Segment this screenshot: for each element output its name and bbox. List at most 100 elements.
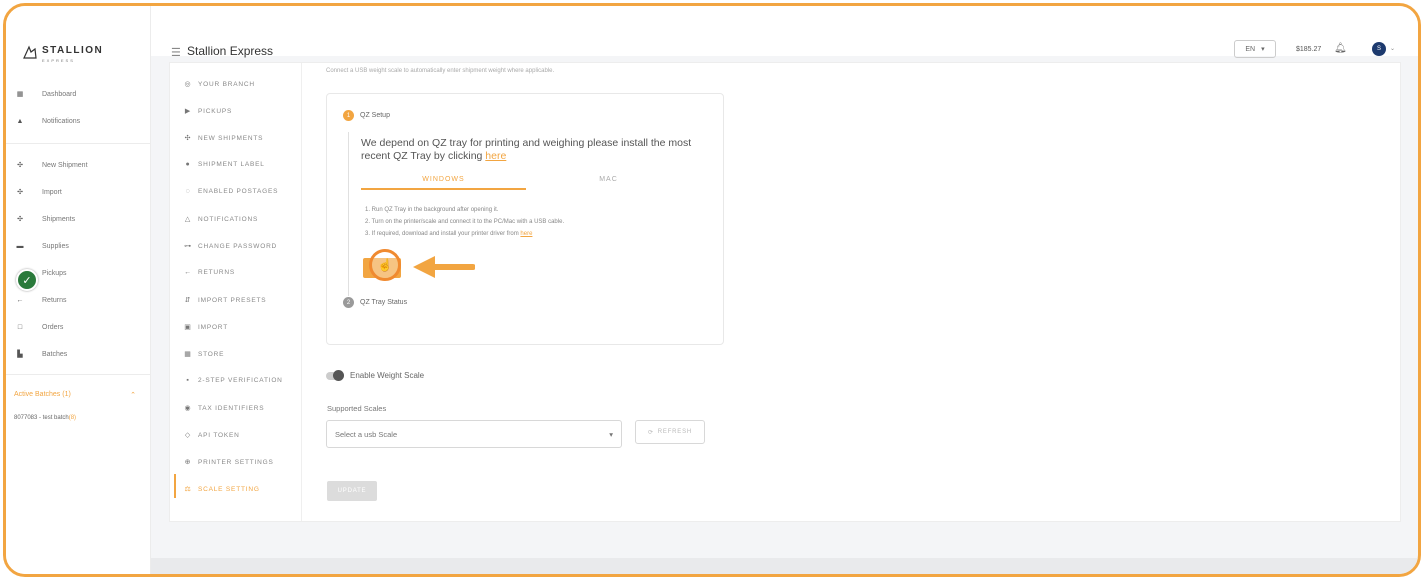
sidebar-item-label: Shipments [42, 215, 76, 223]
return-arrow-icon: ← [184, 269, 192, 276]
sidebar-divider [6, 143, 151, 144]
sidebar-item-label: Supplies [42, 242, 69, 250]
nav-label: PICKUPS [198, 107, 233, 115]
settings-nav-2-step-verification[interactable]: ▪ 2-STEP VERIFICATION [184, 377, 283, 384]
qz-setup-card: 1 QZ Setup We depend on QZ tray for prin… [326, 93, 724, 345]
settings-nav: ◎ YOUR BRANCH ▶ PICKUPS ✣ NEW SHIPMENTS ● SH… [170, 63, 302, 521]
batches-icon: ▙ [17, 351, 23, 358]
active-batches-toggle[interactable]: Active Batches (1) ⌃ [14, 391, 136, 399]
menu-icon[interactable]: ☰ [171, 46, 181, 59]
account-balance: $185.27 [1296, 46, 1322, 53]
settings-nav-shipment-label[interactable]: ● SHIPMENT LABEL [184, 161, 265, 168]
active-batches-label: Active Batches (1) [14, 391, 71, 398]
nav-label: RETURNS [198, 269, 236, 276]
settings-nav-pickups[interactable]: ▶ PICKUPS [184, 107, 233, 116]
settings-nav-printer-settings[interactable]: ⊕ PRINTER SETTINGS [184, 458, 274, 467]
nav-label: API TOKEN [198, 431, 240, 439]
bell-outline-icon: △ [184, 216, 192, 223]
active-nav-indicator [174, 474, 176, 498]
scale-select-placeholder: Select a usb Scale [335, 429, 398, 439]
sidebar-item-returns[interactable]: ← Returns [16, 292, 67, 308]
tab-mac[interactable]: MAC [526, 170, 691, 190]
settings-nav-new-shipments[interactable]: ✣ NEW SHIPMENTS [184, 134, 263, 143]
batch-entry[interactable]: 8077083 - test batch(8) [14, 415, 76, 421]
screenshot-frame: STALLION EXPRESS ▦ Dashboard ▲ Notificat… [3, 3, 1421, 577]
printer-icon: ⊕ [184, 459, 192, 466]
toggle-label: Enable Weight Scale [350, 371, 425, 380]
enable-weight-scale-toggle[interactable] [326, 369, 344, 381]
branch-icon: ◎ [184, 81, 192, 88]
settings-nav-notifications[interactable]: △ NOTIFICATIONS [184, 215, 258, 224]
qz-download-link[interactable]: here [485, 150, 506, 162]
scale-intro-text: Connect a USB weight scale to automatica… [326, 68, 555, 74]
nav-label: PRINTER SETTINGS [198, 458, 274, 466]
batch-count: (8) [68, 415, 77, 421]
avatar-chevron-down-icon[interactable]: ⌄ [1390, 45, 1395, 52]
sidebar-item-import[interactable]: ✣ Import [16, 184, 62, 200]
sidebar-item-supplies[interactable]: ▬ Supplies [16, 238, 69, 254]
settings-nav-enabled-postages[interactable]: ◌ ENABLED POSTAGES [184, 188, 278, 195]
qz-description: We depend on QZ tray for printing and we… [361, 137, 711, 163]
update-button[interactable]: UPDATE [327, 481, 377, 501]
tab-windows[interactable]: WINDOWS [361, 170, 526, 190]
sidebar: STALLION EXPRESS ▦ Dashboard ▲ Notificat… [6, 6, 151, 574]
sidebar-item-notifications[interactable]: ▲ Notifications [16, 113, 81, 129]
settings-nav-import[interactable]: ▣ IMPORT [184, 323, 228, 332]
settings-nav-api-token[interactable]: ◇ API TOKEN [184, 431, 240, 440]
refresh-label: REFRESH [657, 429, 693, 435]
step-qz-tray-status: 2 QZ Tray Status [343, 297, 407, 308]
sidebar-item-new-shipment[interactable]: ✣ New Shipment [16, 157, 88, 173]
notification-bell-icon[interactable]: 🔔︎ [1334, 43, 1347, 54]
import-icon: ✣ [17, 189, 23, 196]
refresh-button[interactable]: ⟳ REFRESH [635, 420, 705, 444]
app-title: Stallion Express [187, 44, 274, 58]
brand-logo[interactable]: STALLION EXPRESS [22, 40, 103, 63]
sidebar-item-dashboard[interactable]: ▦ Dashboard [16, 86, 77, 102]
step-connector [348, 132, 349, 296]
scale-icon: ⚖ [184, 486, 192, 493]
sidebar-item-orders[interactable]: □ Orders [16, 319, 64, 335]
supplies-icon: ▬ [16, 242, 24, 250]
batch-entry-label: 8077083 - test batch [14, 415, 69, 421]
language-value: EN [1245, 45, 1256, 53]
enable-weight-scale-row: Enable Weight Scale [326, 369, 425, 381]
import-presets-icon: ⇵ [184, 297, 192, 304]
settings-nav-scale-setting[interactable]: ⚖ SCALE SETTING [184, 485, 260, 494]
click-highlight-cursor-icon: ☝ [369, 249, 401, 281]
postage-icon: ◌ [185, 188, 191, 195]
success-check-icon: ✓ [16, 269, 38, 291]
stallion-logo-icon [23, 44, 37, 59]
step-label: QZ Setup [360, 112, 390, 119]
language-select[interactable]: EN ▾ [1234, 40, 1276, 58]
driver-download-link[interactable]: here [520, 231, 532, 237]
nav-label: 2-STEP VERIFICATION [198, 377, 283, 384]
settings-nav-import-presets[interactable]: ⇵ IMPORT PRESETS [184, 296, 266, 305]
instruction-2: 2. Turn on the printer/scale and connect… [365, 219, 565, 225]
refresh-icon: ⟳ [647, 429, 654, 436]
usb-scale-select[interactable]: Select a usb Scale ▾ [326, 420, 622, 448]
returns-icon: ← [16, 296, 24, 304]
settings-panel: ◎ YOUR BRANCH ▶ PICKUPS ✣ NEW SHIPMENTS ● SH… [169, 62, 1401, 522]
tax-icon: ◉ [184, 405, 192, 412]
step-number-2: 2 [343, 297, 354, 308]
sidebar-item-label: New Shipment [42, 161, 88, 169]
token-icon: ◇ [184, 432, 192, 439]
sidebar-item-label: Returns [42, 296, 67, 304]
settings-nav-your-branch[interactable]: ◎ YOUR BRANCH [184, 80, 255, 89]
avatar[interactable]: S [1372, 42, 1386, 56]
nav-label: IMPORT [198, 323, 228, 331]
step-label: QZ Tray Status [360, 299, 408, 306]
sidebar-item-label: Batches [42, 350, 68, 358]
settings-nav-change-password[interactable]: ⊶ CHANGE PASSWORD [184, 242, 278, 251]
nav-label: CHANGE PASSWORD [198, 242, 278, 250]
nav-label: SCALE SETTING [198, 485, 260, 493]
store-icon: ▦ [184, 351, 192, 358]
settings-nav-store[interactable]: ▦ STORE [184, 350, 224, 359]
settings-nav-returns[interactable]: ← RETURNS [184, 269, 235, 276]
shipments-icon: ✣ [17, 216, 23, 223]
sidebar-item-shipments[interactable]: ✣ Shipments [16, 211, 75, 227]
sidebar-item-batches[interactable]: ▙ Batches [16, 346, 67, 362]
page-footer [151, 558, 1418, 574]
two-step-icon: ▪ [186, 377, 190, 384]
settings-nav-tax-identifiers[interactable]: ◉ TAX IDENTIFIERS [184, 404, 264, 413]
